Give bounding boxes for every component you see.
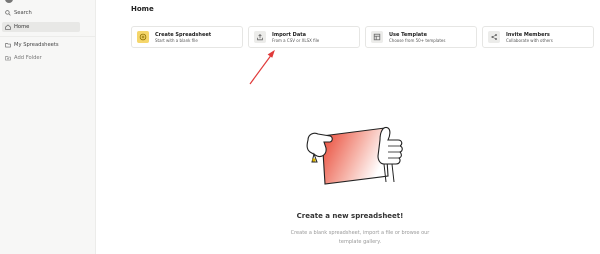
empty-state-illustration xyxy=(300,124,415,198)
empty-state-description: Create a blank spreadsheet, import a fil… xyxy=(270,229,450,247)
empty-state-description-line: Create a blank spreadsheet, import a fil… xyxy=(290,230,430,236)
empty-state-title: Create a new spreadsheet! xyxy=(296,212,404,220)
empty-state-description-line: template gallery. xyxy=(338,239,382,245)
